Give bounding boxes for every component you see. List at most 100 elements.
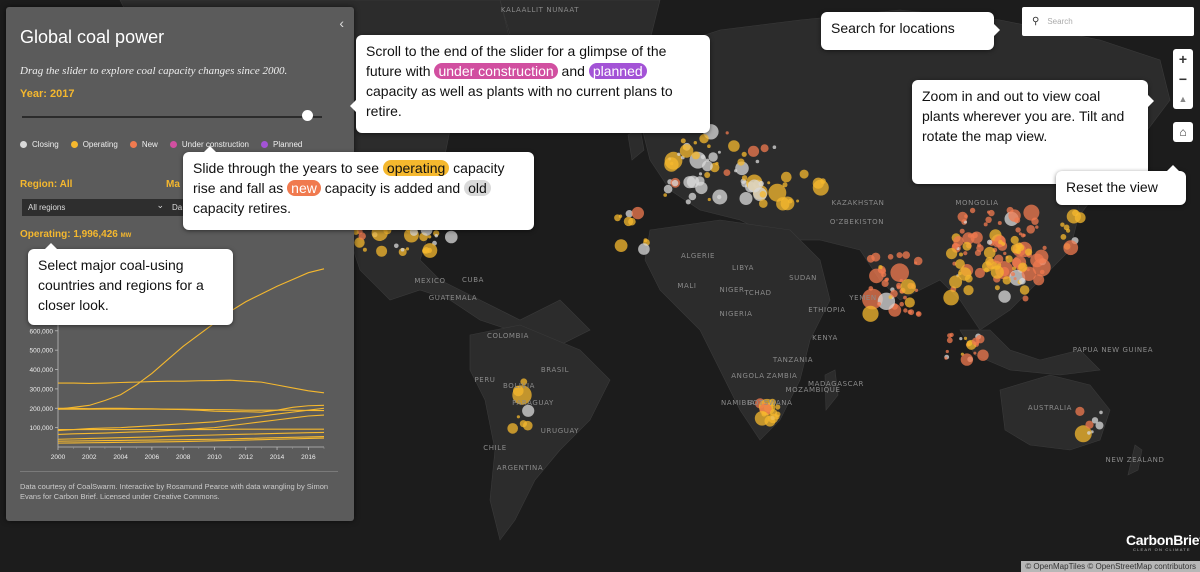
coal-plant-marker[interactable] [1023, 204, 1040, 221]
region-select[interactable]: All regions ⌄ [22, 199, 170, 216]
coal-plant-marker[interactable] [957, 211, 968, 222]
home-icon[interactable]: ⌂ [1173, 122, 1193, 142]
coal-plant-marker[interactable] [739, 192, 753, 205]
zoom-in-button[interactable]: + [1173, 49, 1193, 69]
coal-plant-marker[interactable] [708, 152, 718, 162]
coal-plant-marker[interactable] [679, 144, 694, 158]
year-slider-track[interactable] [22, 116, 322, 118]
coal-plant-marker[interactable] [977, 349, 989, 361]
coal-plant-marker[interactable] [671, 179, 679, 187]
coal-plant-marker[interactable] [741, 151, 747, 157]
coal-plant-marker[interactable] [983, 222, 988, 227]
coal-plant-marker[interactable] [994, 285, 1000, 291]
coal-plant-marker[interactable] [507, 423, 518, 434]
coal-plant-marker[interactable] [1025, 248, 1033, 256]
coal-plant-marker[interactable] [434, 234, 438, 238]
coal-plant-marker[interactable] [962, 241, 972, 251]
coal-plant-marker[interactable] [953, 236, 964, 247]
coal-plant-marker[interactable] [998, 290, 1011, 303]
coal-plant-marker[interactable] [422, 243, 438, 258]
coal-plant-marker[interactable] [959, 337, 963, 341]
coal-plant-marker[interactable] [695, 176, 705, 186]
coal-plant-marker[interactable] [376, 245, 388, 257]
coal-plant-marker[interactable] [959, 252, 963, 257]
coal-plant-marker[interactable] [796, 199, 800, 203]
coal-plant-marker[interactable] [969, 207, 976, 214]
coal-plant-marker[interactable] [680, 138, 686, 144]
coal-plant-marker[interactable] [1010, 272, 1016, 277]
coal-plant-marker[interactable] [728, 140, 740, 152]
coal-plant-marker[interactable] [1018, 232, 1023, 236]
coal-plant-marker[interactable] [946, 337, 953, 344]
coal-plant-marker[interactable] [516, 415, 521, 419]
coal-plant-marker[interactable] [949, 332, 954, 337]
coal-plant-marker[interactable] [903, 295, 907, 300]
coal-plant-marker[interactable] [896, 252, 903, 259]
coal-plant-marker[interactable] [900, 279, 916, 295]
coal-plant-marker[interactable] [643, 238, 648, 243]
coal-plant-marker[interactable] [997, 221, 1002, 225]
coal-plant-marker[interactable] [974, 249, 982, 256]
coal-plant-marker[interactable] [663, 193, 667, 197]
coal-plant-marker[interactable] [1002, 276, 1011, 285]
coal-plant-marker[interactable] [400, 247, 405, 252]
coal-plant-marker[interactable] [862, 305, 879, 322]
coal-plant-marker[interactable] [725, 131, 729, 135]
coal-plant-marker[interactable] [959, 228, 965, 234]
coal-plant-marker[interactable] [982, 261, 993, 272]
coal-plant-marker[interactable] [699, 134, 709, 144]
coal-plant-marker[interactable] [702, 160, 713, 172]
coal-plant-marker[interactable] [1063, 224, 1070, 231]
search-input[interactable]: Search [1047, 17, 1072, 26]
coal-plant-marker[interactable] [1018, 262, 1028, 272]
coal-plant-marker[interactable] [1001, 242, 1006, 246]
coal-plant-marker[interactable] [760, 144, 769, 153]
coal-plant-marker[interactable] [1074, 212, 1086, 224]
coal-plant-marker[interactable] [698, 172, 703, 176]
coal-plant-marker[interactable] [1087, 431, 1091, 435]
coal-plant-marker[interactable] [715, 161, 719, 166]
coal-plant-marker[interactable] [685, 199, 691, 205]
coal-plant-marker[interactable] [963, 285, 974, 296]
coal-plant-marker[interactable] [737, 158, 745, 166]
coal-plant-marker[interactable] [618, 214, 623, 218]
coal-plant-marker[interactable] [907, 309, 912, 315]
coal-plant-marker[interactable] [405, 247, 410, 251]
coal-plant-marker[interactable] [394, 243, 399, 249]
coal-plant-marker[interactable] [799, 169, 809, 179]
coal-plant-marker[interactable] [747, 145, 760, 157]
coal-plant-marker[interactable] [946, 248, 958, 260]
coal-plant-marker[interactable] [970, 231, 983, 244]
coal-plant-marker[interactable] [670, 161, 674, 166]
coal-plant-marker[interactable] [890, 263, 909, 283]
coal-plant-marker[interactable] [704, 172, 711, 178]
year-slider-handle[interactable] [302, 110, 313, 121]
coal-plant-marker[interactable] [774, 411, 781, 418]
coal-plant-marker[interactable] [754, 411, 770, 426]
coal-plant-marker[interactable] [987, 210, 991, 214]
coal-plant-marker[interactable] [903, 308, 908, 313]
coal-plant-marker[interactable] [614, 239, 628, 253]
collapse-panel-icon[interactable]: ‹ [339, 15, 344, 31]
coal-plant-marker[interactable] [523, 420, 533, 431]
coal-plant-marker[interactable] [878, 265, 883, 270]
coal-plant-marker[interactable] [1019, 285, 1030, 295]
coal-plant-marker[interactable] [887, 253, 894, 260]
coal-plant-marker[interactable] [896, 285, 901, 290]
coal-plant-marker[interactable] [944, 356, 948, 360]
compass-button[interactable]: ▲ [1173, 89, 1193, 109]
coal-plant-marker[interactable] [963, 251, 968, 256]
coal-plant-marker[interactable] [955, 259, 965, 269]
coal-plant-marker[interactable] [985, 216, 992, 223]
coal-plant-marker[interactable] [977, 243, 982, 248]
coal-plant-marker[interactable] [881, 272, 887, 278]
coal-plant-marker[interactable] [971, 337, 980, 346]
coal-plant-marker[interactable] [677, 152, 681, 156]
coal-plant-marker[interactable] [949, 275, 963, 289]
coal-plant-marker[interactable] [884, 278, 889, 282]
coal-plant-marker[interactable] [994, 254, 1004, 264]
coal-plant-marker[interactable] [963, 336, 968, 340]
coal-plant-marker[interactable] [899, 301, 904, 307]
coal-plant-marker[interactable] [776, 197, 790, 211]
coal-plant-marker[interactable] [1022, 295, 1029, 302]
